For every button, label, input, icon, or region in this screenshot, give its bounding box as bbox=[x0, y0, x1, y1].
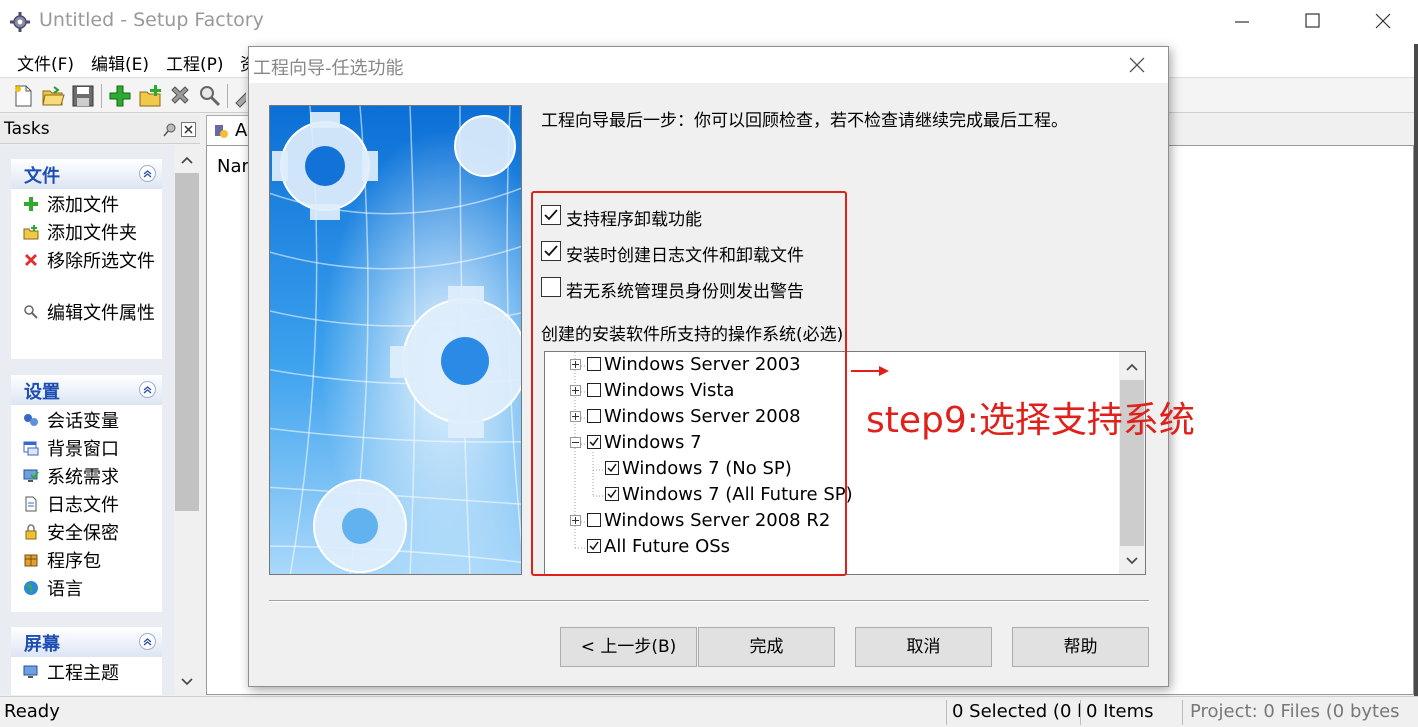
setup-factory-window: Untitled - Setup Factory 文件(F) 编辑(E) 工程(… bbox=[0, 0, 1418, 727]
open-project-icon[interactable] bbox=[40, 83, 66, 109]
cancel-button[interactable]: 取消 bbox=[855, 627, 992, 667]
tasks-pane-header: Tasks bbox=[0, 115, 200, 144]
task-group-header[interactable]: 设置 bbox=[11, 375, 162, 405]
tree-scrollbar[interactable] bbox=[1119, 352, 1145, 574]
status-project: Project: 0 Files (0 bytes bbox=[1190, 701, 1400, 722]
task-add-folder[interactable]: 添加文件夹 bbox=[23, 222, 157, 246]
tasks-title: Tasks bbox=[4, 119, 50, 139]
task-background-window[interactable]: 背景窗口 bbox=[23, 438, 157, 462]
dialog-title-bar: 工程向导-任选功能 bbox=[249, 47, 1168, 83]
collapse-icon[interactable] bbox=[139, 165, 156, 182]
task-group-header[interactable]: 文件 bbox=[11, 159, 162, 189]
title-bar: Untitled - Setup Factory bbox=[0, 0, 1418, 44]
scroll-up-icon[interactable] bbox=[1125, 360, 1139, 374]
scroll-thumb[interactable] bbox=[175, 173, 199, 511]
add-folder-icon bbox=[23, 225, 39, 240]
build-icon[interactable] bbox=[232, 83, 246, 109]
wizard-intro-text: 工程向导最后一步：你可以回顾检查，若不检查请继续完成最后工程。 bbox=[541, 111, 1068, 131]
task-group-settings: 设置 会话变量 背景窗口 系统需求 日志文件 安全保密 程序包 语言 bbox=[11, 375, 162, 612]
task-system-requirements[interactable]: 系统需求 bbox=[23, 466, 157, 490]
finish-button[interactable]: 完成 bbox=[698, 627, 835, 667]
task-package[interactable]: 程序包 bbox=[23, 550, 157, 574]
task-project-theme[interactable]: 工程主题 bbox=[23, 662, 157, 686]
wizard-side-image bbox=[269, 105, 522, 575]
task-add-files[interactable]: 添加文件 bbox=[23, 194, 157, 218]
task-security[interactable]: 安全保密 bbox=[23, 522, 157, 546]
task-group-title: 设置 bbox=[24, 382, 60, 403]
menu-project[interactable]: 工程(P) bbox=[166, 50, 224, 75]
properties-icon bbox=[24, 305, 38, 319]
status-selected: 0 Selected (0 b bbox=[952, 701, 1080, 722]
menu-edit[interactable]: 编辑(E) bbox=[91, 50, 149, 75]
add-folder-icon[interactable] bbox=[137, 83, 163, 109]
requirements-icon bbox=[23, 469, 39, 482]
status-items: 0 Items bbox=[1086, 701, 1154, 722]
menu-file[interactable]: 文件(F) bbox=[17, 50, 74, 75]
tasks-pane: 文件 添加文件 添加文件夹 移除所选文件 编辑文件属性 设置 会话变量 背景窗口… bbox=[0, 145, 174, 695]
variables-icon bbox=[24, 414, 38, 426]
task-group-title: 文件 bbox=[24, 166, 60, 187]
dialog-title: 工程向导-任选功能 bbox=[253, 58, 404, 79]
back-button[interactable]: < 上一步(B) bbox=[560, 627, 697, 667]
log-file-icon bbox=[25, 496, 37, 512]
task-remove-files[interactable]: 移除所选文件 bbox=[23, 250, 157, 274]
dialog-divider bbox=[269, 600, 1149, 602]
security-icon bbox=[25, 524, 37, 540]
tab-icon bbox=[215, 125, 228, 138]
background-window-icon bbox=[23, 441, 39, 456]
tasks-scrollbar[interactable] bbox=[174, 145, 200, 695]
annotation-text: step9:选择支持系统 bbox=[866, 400, 1195, 441]
status-bar: Ready 0 Selected (0 b 0 Items Project: 0… bbox=[0, 696, 1418, 727]
close-icon[interactable] bbox=[1369, 8, 1397, 34]
new-project-icon[interactable] bbox=[10, 83, 36, 109]
menu-resources[interactable]: 资 bbox=[240, 50, 248, 75]
minimize-icon[interactable] bbox=[1228, 8, 1256, 34]
task-session-variables[interactable]: 会话变量 bbox=[23, 410, 157, 434]
setup-factory-icon bbox=[10, 12, 30, 32]
save-icon[interactable] bbox=[70, 83, 96, 109]
collapse-icon[interactable] bbox=[139, 633, 156, 650]
task-group-title: 屏幕 bbox=[24, 634, 60, 655]
task-group-files: 文件 添加文件 添加文件夹 移除所选文件 编辑文件属性 bbox=[11, 159, 162, 359]
remove-icon[interactable] bbox=[167, 83, 193, 109]
main-tab-label: A bbox=[235, 120, 248, 141]
help-button[interactable]: 帮助 bbox=[1012, 627, 1149, 667]
theme-icon bbox=[23, 665, 38, 678]
add-icon bbox=[24, 197, 38, 211]
wizard-dialog: 工程向导-任选功能 工程向导最后一步：你可以回顾检查，若不检查请继续完成最后工程… bbox=[248, 46, 1169, 687]
collapse-icon[interactable] bbox=[139, 381, 156, 398]
maximize-icon[interactable] bbox=[1298, 8, 1326, 34]
task-language[interactable]: 语言 bbox=[23, 578, 157, 602]
close-pane-icon[interactable] bbox=[181, 122, 196, 137]
language-icon bbox=[24, 581, 38, 595]
add-files-icon[interactable] bbox=[107, 83, 133, 109]
properties-icon[interactable] bbox=[197, 83, 223, 109]
pin-icon[interactable] bbox=[163, 122, 178, 137]
task-group-header[interactable]: 屏幕 bbox=[11, 627, 162, 657]
annotation-arrow bbox=[851, 366, 889, 376]
annotation-highlight-box bbox=[531, 191, 847, 576]
window-title: Untitled - Setup Factory bbox=[39, 9, 264, 31]
column-header-name[interactable]: Nar bbox=[217, 156, 249, 177]
task-group-screens: 屏幕 工程主题 bbox=[11, 627, 162, 695]
window-edge bbox=[1414, 44, 1418, 696]
task-file-properties[interactable]: 编辑文件属性 bbox=[23, 302, 157, 326]
task-log-file[interactable]: 日志文件 bbox=[23, 494, 157, 518]
remove-icon bbox=[25, 254, 37, 266]
scroll-up-icon[interactable] bbox=[180, 153, 194, 167]
close-icon[interactable] bbox=[1128, 56, 1146, 74]
package-icon bbox=[24, 554, 38, 567]
status-ready: Ready bbox=[4, 701, 60, 722]
scroll-down-icon[interactable] bbox=[1125, 554, 1139, 568]
scroll-down-icon[interactable] bbox=[180, 675, 194, 689]
